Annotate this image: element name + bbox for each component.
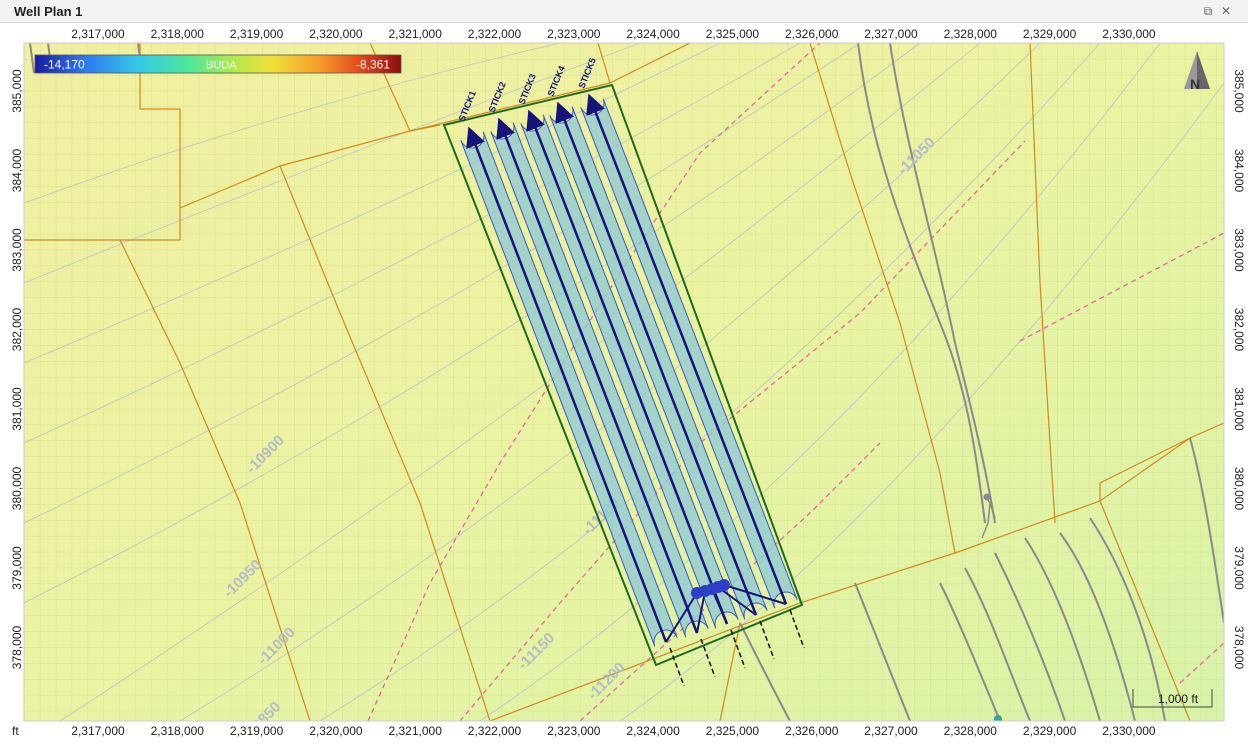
surface-symbol — [983, 493, 991, 501]
x-tick-label: 2,329,000 — [1023, 27, 1077, 41]
y-tick-label: 379,000 — [1232, 546, 1246, 590]
color-scale-surface: BUDA — [206, 60, 237, 72]
x-axis-bottom: 2,317,000 2,318,000 2,319,000 2,320,000 2,32… — [71, 724, 1156, 738]
x-tick-label: 2,329,000 — [1023, 724, 1077, 738]
y-tick-label: 384,000 — [10, 148, 24, 192]
x-tick-label: 2,319,000 — [230, 724, 284, 738]
unit-label: ft — [12, 724, 19, 738]
x-tick-label: 2,321,000 — [389, 27, 443, 41]
x-tick-label: 2,326,000 — [785, 27, 839, 41]
x-axis-top: 2,317,000 2,318,000 2,319,000 2,320,000 2,32… — [71, 27, 1156, 41]
x-tick-label: 2,322,000 — [468, 27, 522, 41]
y-tick-label: 383,000 — [10, 228, 24, 272]
x-tick-label: 2,327,000 — [864, 27, 918, 41]
y-axis-left: 385,000 384,000 383,000 382,000 381,000 380,0… — [10, 69, 24, 669]
y-tick-label: 383,000 — [1232, 228, 1246, 272]
x-tick-label: 2,320,000 — [309, 27, 363, 41]
x-tick-label: 2,318,000 — [151, 27, 205, 41]
map-view[interactable]: -10900 -10950 -11000 -11050 -11100 -1115… — [0, 23, 1248, 740]
y-tick-label: 380,000 — [1232, 467, 1246, 511]
x-tick-label: 2,320,000 — [309, 724, 363, 738]
close-icon[interactable]: ✕ — [1219, 4, 1233, 18]
y-tick-label: 382,000 — [10, 307, 24, 351]
x-tick-label: 2,330,000 — [1102, 724, 1156, 738]
window-titlebar: Well Plan 1 ⧉ ✕ — [0, 0, 1248, 23]
x-tick-label: 2,322,000 — [468, 724, 522, 738]
x-tick-label: 2,328,000 — [944, 27, 998, 41]
y-tick-label: 385,000 — [1232, 69, 1246, 113]
y-tick-label: 380,000 — [10, 466, 24, 510]
x-tick-label: 2,326,000 — [785, 724, 839, 738]
y-tick-label: 378,000 — [10, 625, 24, 669]
x-tick-label: 2,318,000 — [151, 724, 205, 738]
x-tick-label: 2,323,000 — [547, 27, 601, 41]
x-tick-label: 2,325,000 — [706, 724, 760, 738]
y-tick-label: 381,000 — [1232, 387, 1246, 431]
color-scale-legend[interactable]: -14,170 BUDA -8,361 — [34, 54, 402, 74]
y-tick-label: 378,000 — [1232, 626, 1246, 670]
y-tick-label: 381,000 — [10, 387, 24, 431]
x-tick-label: 2,328,000 — [944, 724, 998, 738]
x-tick-label: 2,327,000 — [864, 724, 918, 738]
north-label: N — [1190, 76, 1200, 92]
y-tick-label: 384,000 — [1232, 149, 1246, 193]
y-tick-label: 382,000 — [1232, 308, 1246, 352]
window-title: Well Plan 1 — [14, 4, 83, 19]
color-scale-min: -14,170 — [44, 58, 85, 72]
x-tick-label: 2,325,000 — [706, 27, 760, 41]
x-tick-label: 2,330,000 — [1102, 27, 1156, 41]
x-tick-label: 2,319,000 — [230, 27, 284, 41]
scale-bar-label: 1,000 ft — [1158, 692, 1199, 706]
y-axis-right: 385,000 384,000 383,000 382,000 381,000 380,0… — [1232, 69, 1246, 669]
color-scale-max: -8,361 — [356, 58, 390, 72]
x-tick-label: 2,324,000 — [626, 27, 680, 41]
x-tick-label: 2,317,000 — [71, 27, 125, 41]
x-tick-label: 2,321,000 — [389, 724, 443, 738]
y-tick-label: 379,000 — [10, 546, 24, 590]
map-canvas[interactable]: -10900 -10950 -11000 -11050 -11100 -1115… — [0, 23, 1248, 740]
x-tick-label: 2,324,000 — [626, 724, 680, 738]
x-tick-label: 2,317,000 — [71, 724, 125, 738]
y-tick-label: 385,000 — [10, 69, 24, 113]
x-tick-label: 2,323,000 — [547, 724, 601, 738]
well-marker[interactable] — [994, 715, 1002, 723]
restore-icon[interactable]: ⧉ — [1201, 4, 1215, 18]
